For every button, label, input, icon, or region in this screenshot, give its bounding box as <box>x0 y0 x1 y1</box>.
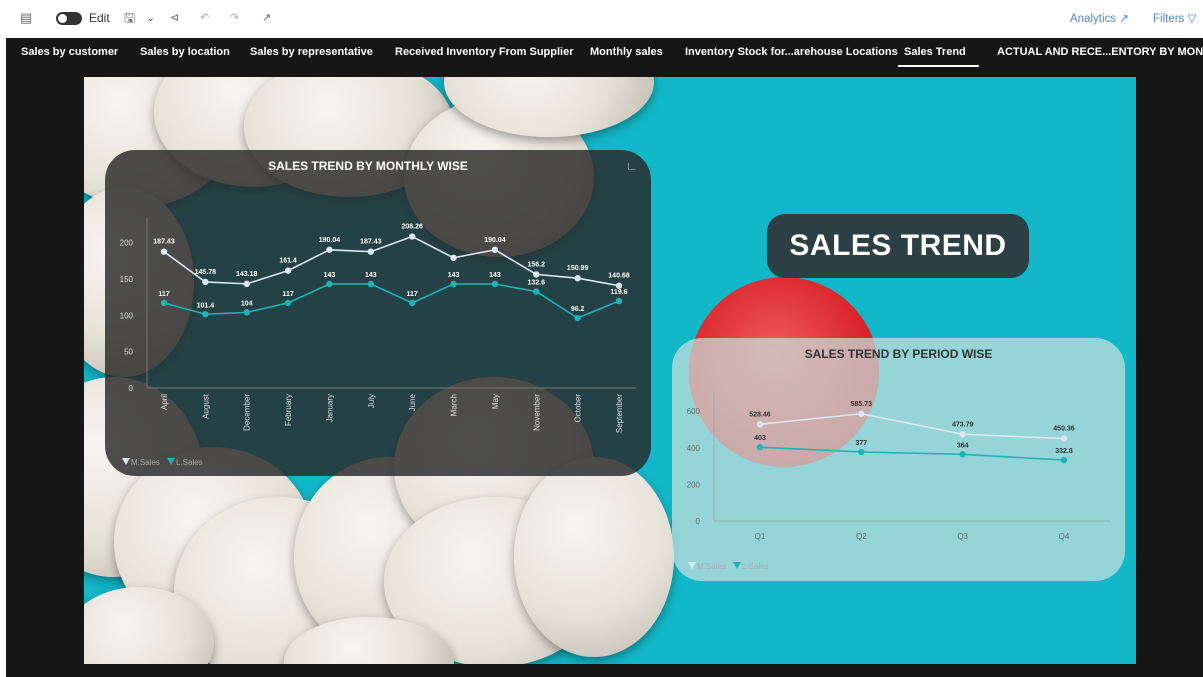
period-chart-panel[interactable]: SALES TREND BY PERIOD WISE <box>672 338 1125 581</box>
collapse-icon[interactable]: ↗ <box>262 11 271 24</box>
filters-button[interactable]: Filters ▽ <box>1153 11 1196 25</box>
share-icon[interactable]: ⊲ <box>170 11 179 24</box>
comment-icon[interactable]: ▤ <box>20 10 32 26</box>
sales-trend-badge: SALES TREND <box>767 214 1029 278</box>
chart-type-icon[interactable]: ∟ <box>626 159 638 173</box>
save-icon[interactable]: 🖫 <box>124 9 135 31</box>
undo-icon[interactable]: ↶ <box>200 11 209 24</box>
chart-title: SALES TREND BY PERIOD WISE <box>804 347 993 361</box>
tab-bar: Sales by customer Sales by location Sale… <box>6 38 1203 67</box>
edit-label: Edit <box>89 11 110 25</box>
chart-title: SALES TREND BY MONTHLY WISE <box>268 159 468 173</box>
tab-actual-and-received[interactable]: ACTUAL AND RECE...ENTORY BY MONTH <box>997 38 1203 67</box>
tab-sales-by-location[interactable]: Sales by location <box>140 38 230 67</box>
analytics-button[interactable]: Analytics ↗ <box>1070 11 1129 25</box>
filter-icon: ▽ <box>1187 13 1197 25</box>
monthly-chart-panel[interactable]: SALES TREND BY MONTHLY WISE ∟ <box>105 150 651 476</box>
tab-sales-by-representative[interactable]: Sales by representative <box>250 38 373 67</box>
pill-image <box>514 457 674 657</box>
tab-sales-trend[interactable]: Sales Trend <box>898 38 979 67</box>
toggle-knob <box>58 14 67 23</box>
redo-icon[interactable]: ↷ <box>230 11 239 24</box>
analytics-label: Analytics <box>1070 13 1117 25</box>
tab-received-inventory[interactable]: Received Inventory From Supplier <box>395 38 574 67</box>
toolbar: ▤ Edit 🖫 ⌄ ⊲ ↶ ↷ ↗ Analytics ↗ Filters ▽ <box>0 0 1203 38</box>
filters-label: Filters <box>1153 13 1185 25</box>
tab-monthly-sales[interactable]: Monthly sales <box>590 38 663 67</box>
edit-toggle[interactable] <box>56 12 82 25</box>
analytics-icon: ↗ <box>1119 13 1129 25</box>
tab-inventory-stock[interactable]: Inventory Stock for...arehouse Locations <box>685 38 898 67</box>
tab-sales-by-customer[interactable]: Sales by customer <box>21 38 118 67</box>
chevron-down-icon[interactable]: ⌄ <box>146 11 155 24</box>
